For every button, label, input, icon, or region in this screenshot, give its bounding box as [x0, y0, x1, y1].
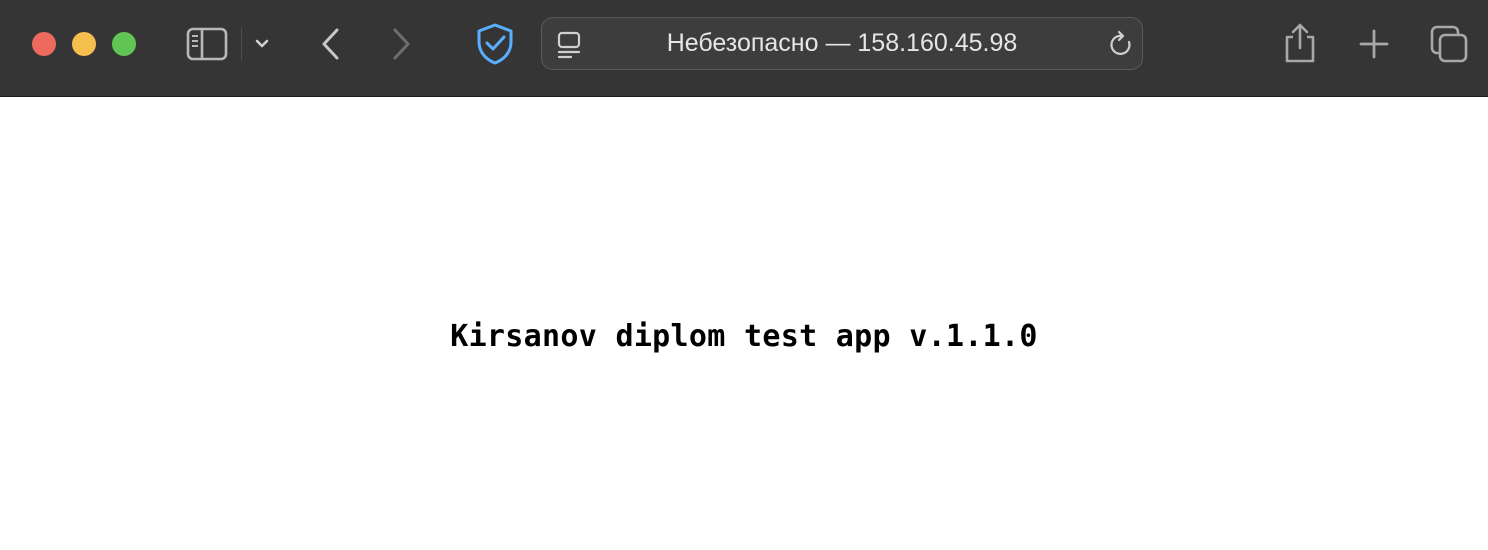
- chevron-down-icon[interactable]: [252, 34, 272, 54]
- address-bar-text[interactable]: Небезопасно — 158.160.45.98: [602, 18, 1082, 69]
- plus-icon[interactable]: [1356, 26, 1392, 62]
- chevron-right-icon[interactable]: [386, 26, 416, 62]
- maximize-window-button[interactable]: [112, 32, 136, 56]
- shield-check-icon[interactable]: [474, 22, 516, 66]
- browser-toolbar: Небезопасно — 158.160.45.98: [0, 0, 1488, 97]
- chevron-left-icon[interactable]: [316, 26, 346, 62]
- share-icon[interactable]: [1282, 22, 1318, 64]
- minimize-window-button[interactable]: [72, 32, 96, 56]
- tabs-overview-icon[interactable]: [1428, 23, 1470, 65]
- browser-window: Небезопасно — 158.160.45.98 Kirsanov dip…: [0, 0, 1488, 550]
- page-content: Kirsanov diplom test app v.1.1.0: [0, 97, 1488, 550]
- page-reader-icon[interactable]: [556, 30, 584, 60]
- reload-icon[interactable]: [1108, 30, 1136, 60]
- sidebar-icon[interactable]: [186, 27, 228, 61]
- page-heading: Kirsanov diplom test app v.1.1.0: [450, 319, 1038, 354]
- toolbar-divider: [241, 28, 242, 60]
- address-bar[interactable]: Небезопасно — 158.160.45.98: [541, 17, 1143, 70]
- close-window-button[interactable]: [32, 32, 56, 56]
